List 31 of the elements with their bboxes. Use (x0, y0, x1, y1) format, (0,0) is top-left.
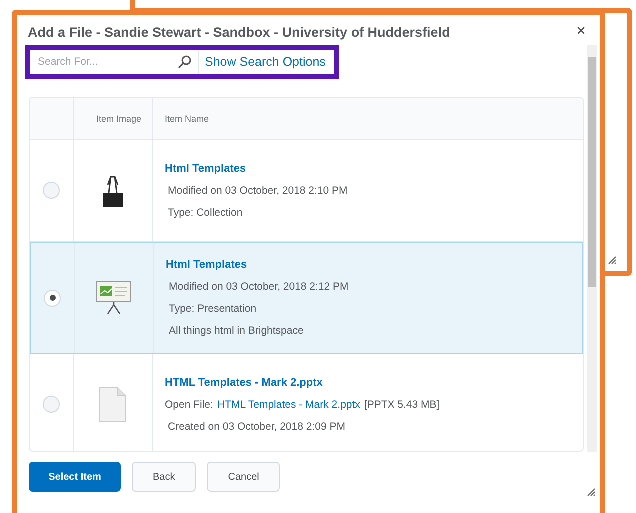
column-header: Item Image (96, 114, 142, 124)
search-icon[interactable] (178, 55, 192, 69)
item-detail: Modified on 03 October, 2018 2:10 PM (167, 184, 348, 196)
presentation-board-icon (96, 281, 132, 315)
scrollbar[interactable] (587, 45, 597, 452)
item-detail: Created on 03 October, 2018 2:09 PM (167, 420, 346, 432)
document-icon (99, 386, 127, 422)
file-info: [PPTX 5.43 MB] (364, 398, 440, 410)
dialog-title: Add a File - Sandie Stewart - Sandbox - University of Huddersfield (28, 24, 450, 40)
item-detail: Type: Collection (167, 206, 244, 218)
item-title-link[interactable]: HTML Templates - Mark 2.pptx (165, 376, 440, 388)
action-button[interactable]: Back (132, 462, 196, 492)
open-file-label: Open File: (165, 398, 214, 410)
file-link[interactable]: HTML Templates - Mark 2.pptx (217, 398, 360, 410)
radio-button[interactable] (43, 396, 60, 413)
radio-button[interactable] (44, 290, 61, 306)
radio-button[interactable] (43, 182, 60, 199)
resize-grip-icon[interactable] (607, 255, 617, 265)
close-button[interactable]: × (572, 23, 590, 41)
item-title-link[interactable]: Html Templates (166, 259, 349, 271)
table-row[interactable]: HTML Templates - Mark 2.pptx Open File: HTML Templates - Mark 2.pptx [PPTX 5.43 MB] Created on 03 October, 2018 2:09 PM (30, 354, 583, 451)
item-detail: Type: Presentation (168, 303, 258, 315)
item-title-link[interactable]: Html Templates (165, 162, 348, 174)
show-search-options-link[interactable]: Show Search Options (198, 50, 332, 74)
item-detail: All things html in Brightspace (168, 325, 305, 337)
column-header: Item Name (165, 114, 210, 124)
resize-grip-icon[interactable] (586, 487, 596, 497)
action-button[interactable]: Cancel (207, 462, 280, 492)
item-detail: Modified on 03 October, 2018 2:12 PM (168, 281, 349, 293)
action-button[interactable]: Select Item (29, 462, 121, 492)
table-row[interactable]: Html Templates Modified on 03 October, 2018 2:12 PM Type: Presentation All things html in Brightspace (30, 242, 583, 354)
